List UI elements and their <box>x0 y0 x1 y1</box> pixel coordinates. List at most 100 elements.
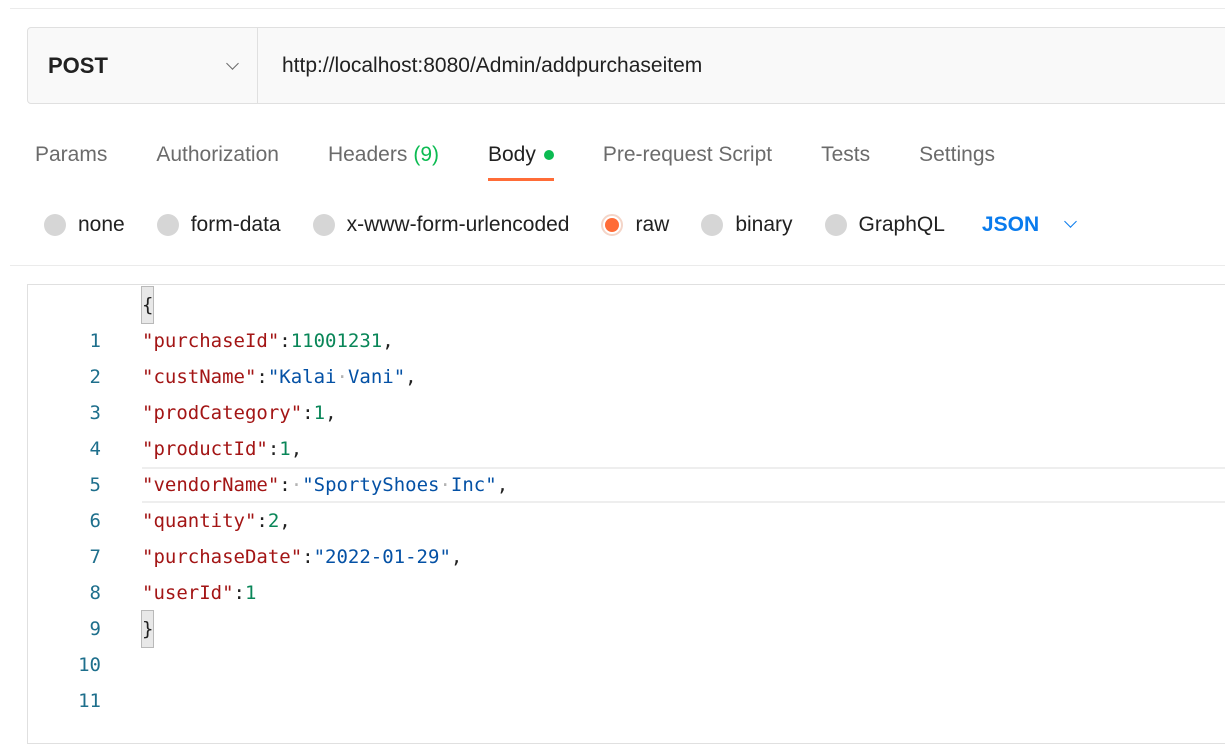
code-line-current: 6 "vendorName":·"SportyShoes·Inc", <box>28 467 1225 532</box>
code-line: 7 "quantity":2, <box>28 503 1225 568</box>
chevron-down-icon <box>227 61 237 71</box>
body-type-binary[interactable]: binary <box>701 213 793 237</box>
format-select[interactable]: JSON <box>982 213 1075 237</box>
body-type-options: none form-data x-www-form-urlencoded raw… <box>44 210 1075 240</box>
json-comma: , <box>450 546 463 568</box>
json-comma: , <box>325 402 337 424</box>
json-key: "vendorName" <box>142 474 280 496</box>
radio-checked-icon <box>601 214 624 236</box>
code-line: 3 "custName":"Kalai·Vani", <box>28 359 1225 424</box>
json-key: "purchaseId" <box>142 330 280 352</box>
whitespace-marker: · <box>336 366 348 388</box>
json-separator: : <box>233 582 245 604</box>
line-number: 11 <box>78 690 101 712</box>
section-divider <box>10 265 1225 266</box>
json-value: 1 <box>279 438 291 460</box>
radio-icon <box>824 214 847 236</box>
format-label: JSON <box>981 213 1040 236</box>
method-select[interactable]: POST <box>28 28 258 103</box>
line-content: "userId":1 <box>142 575 1225 611</box>
json-separator: : <box>302 402 314 424</box>
tab-params[interactable]: Params <box>35 143 107 167</box>
line-content: { <box>140 286 1225 324</box>
tab-label: Settings <box>919 143 996 166</box>
json-separator: : <box>279 330 291 352</box>
body-modified-dot-icon <box>543 150 554 160</box>
request-bar: POST <box>27 27 1225 104</box>
json-value: 1 <box>313 402 326 424</box>
tab-label: Params <box>35 143 108 166</box>
json-value: "SportyShoes·Inc" <box>302 474 497 496</box>
tab-settings[interactable]: Settings <box>919 143 995 167</box>
tab-tests[interactable]: Tests <box>821 143 870 167</box>
json-separator: : <box>267 438 280 460</box>
tab-label: Tests <box>821 143 871 166</box>
json-key: "purchaseDate" <box>142 546 303 568</box>
url-input[interactable] <box>258 28 1225 103</box>
json-key: "prodCategory" <box>142 402 303 424</box>
radio-label: x-www-form-urlencoded <box>346 213 570 236</box>
headers-count-badge: (9) <box>413 143 439 166</box>
whitespace-marker: · <box>439 474 451 496</box>
radio-label: none <box>78 213 125 236</box>
code-line: 2 "purchaseId":11001231, <box>28 323 1225 388</box>
json-comma: , <box>496 474 509 496</box>
radio-icon <box>156 214 179 236</box>
code-line: 4 "prodCategory":1, <box>28 395 1225 460</box>
line-content: "prodCategory":1, <box>142 395 1225 431</box>
tab-label: Body <box>488 143 536 166</box>
json-key: "userId" <box>142 582 234 604</box>
json-value: "2022-01-29" <box>313 546 451 568</box>
line-content: "custName":"Kalai·Vani", <box>142 359 1225 395</box>
body-type-graphql[interactable]: GraphQL <box>824 213 945 237</box>
body-type-form-data[interactable]: form-data <box>156 213 281 237</box>
code-line: 5 "productId":1, <box>28 431 1225 496</box>
tab-authorization[interactable]: Authorization <box>156 143 279 167</box>
radio-label: binary <box>735 213 793 236</box>
open-brace: { <box>140 286 155 324</box>
body-type-urlencoded[interactable]: x-www-form-urlencoded <box>312 213 570 237</box>
json-key: "custName" <box>142 366 257 388</box>
code-line: 1 { <box>28 286 1225 352</box>
json-key: "quantity" <box>142 510 257 532</box>
body-type-none[interactable]: none <box>44 213 125 237</box>
tab-pre-request-script[interactable]: Pre-request Script <box>603 143 772 167</box>
method-label: POST <box>48 52 108 78</box>
json-separator: : <box>302 546 314 568</box>
radio-icon <box>312 214 335 236</box>
tab-label: Pre-request Script <box>602 143 773 166</box>
line-content: } <box>140 610 1225 648</box>
radio-icon <box>701 214 724 236</box>
json-value: "Kalai·Vani" <box>267 366 406 388</box>
tab-label: Authorization <box>156 143 279 166</box>
json-value: 1 <box>244 582 257 604</box>
json-comma: , <box>290 438 303 460</box>
line-content: "quantity":2, <box>142 503 1225 539</box>
code-editor[interactable]: 1 { 2 "purchaseId":11001231, 3 "custName… <box>27 284 1225 744</box>
json-comma: , <box>405 366 417 388</box>
json-comma: , <box>382 330 394 352</box>
tab-headers[interactable]: Headers (9) <box>328 143 439 167</box>
tab-body[interactable]: Body <box>488 143 554 181</box>
postman-request-page: POST Params Authorization Headers (9) Bo… <box>0 0 1225 744</box>
radio-label: GraphQL <box>858 213 945 236</box>
json-separator: : <box>256 510 268 532</box>
line-content: "purchaseDate":"2022-01-29", <box>142 539 1225 575</box>
line-content <box>142 647 1225 683</box>
json-separator: :· <box>279 474 303 496</box>
body-type-raw[interactable]: raw <box>601 213 669 237</box>
top-divider <box>10 8 1225 9</box>
json-value: 2 <box>267 510 280 532</box>
code-line: 11 <box>28 647 1225 712</box>
json-comma: , <box>279 510 291 532</box>
code-line: 10 } <box>28 610 1225 676</box>
code-line: 9 "userId":1 <box>28 575 1225 640</box>
code-line: 8 "purchaseDate":"2022-01-29", <box>28 539 1225 604</box>
radio-label: form-data <box>190 213 281 236</box>
json-key: "productId" <box>142 438 268 460</box>
request-tabs: Params Authorization Headers (9) Body Pr… <box>35 140 1044 181</box>
whitespace-marker: · <box>290 474 303 496</box>
chevron-down-icon <box>1065 220 1075 230</box>
line-content: "purchaseId":11001231, <box>142 323 1225 359</box>
close-brace: } <box>140 610 155 648</box>
